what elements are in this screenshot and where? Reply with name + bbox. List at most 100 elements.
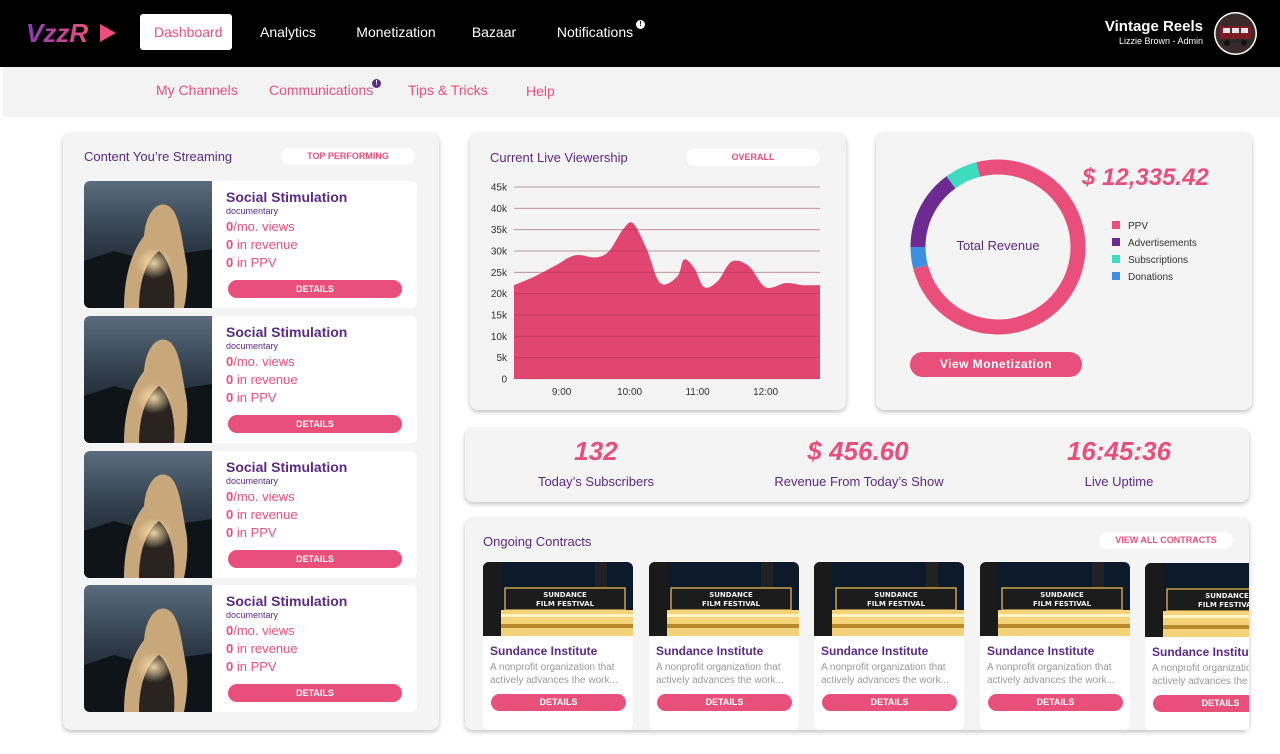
vzzr-logo[interactable]: VzzR — [26, 18, 118, 48]
marquee-line-2: FILM FESTIVAL — [867, 600, 926, 608]
nav-dashboard[interactable]: Dashboard — [140, 14, 232, 50]
revenue-label: in revenue — [233, 507, 298, 522]
contract-thumbnail: SUNDANCE FILM FESTIVAL — [483, 562, 633, 636]
revenue-label: in revenue — [233, 641, 298, 656]
x-tick-label: 9:00 — [552, 387, 572, 398]
marquee-line-1: SUNDANCE — [1040, 591, 1084, 599]
stream-ppv: 0 in PPV — [226, 525, 277, 540]
stream-item[interactable]: Social Stimulation documentary 0/mo. vie… — [84, 451, 417, 578]
contract-title: Sundance Institute — [987, 644, 1095, 658]
nav-analytics[interactable]: Analytics — [255, 14, 321, 50]
details-button[interactable]: DETAILS — [228, 280, 402, 298]
revenue-label: in revenue — [233, 237, 298, 252]
subnav-my-channels[interactable]: My Channels — [156, 82, 238, 98]
communications-badge: ! — [372, 79, 381, 88]
marquee-line-2: FILM FESTIVAL — [536, 600, 595, 608]
contract-card[interactable]: SUNDANCE FILM FESTIVAL Sundance Institut… — [649, 562, 799, 730]
contract-thumbnail: SUNDANCE FILM FESTIVAL — [814, 562, 964, 636]
stream-type: documentary — [226, 476, 279, 486]
stream-item[interactable]: Social Stimulation documentary 0/mo. vie… — [84, 585, 417, 712]
subscribers-value: 132 — [574, 436, 618, 466]
legend-item: Donations — [1112, 272, 1173, 283]
svg-text:VzzR: VzzR — [26, 18, 88, 48]
details-button[interactable]: DETAILS — [491, 694, 626, 711]
nav-notifications[interactable]: Notifications — [550, 14, 640, 50]
donut-slice-subscriptions — [946, 162, 981, 189]
legend-swatch — [1112, 255, 1120, 263]
details-button[interactable]: DETAILS — [228, 550, 402, 568]
top-navigation-bar: VzzR Dashboard Analytics Monetization Ba… — [0, 0, 1280, 67]
stream-thumbnail — [84, 316, 212, 443]
y-tick-label: 20k — [491, 289, 508, 300]
details-button[interactable]: DETAILS — [228, 415, 402, 433]
top-performing-tag[interactable]: TOP PERFORMING — [281, 148, 415, 165]
legend-item: Subscriptions — [1112, 255, 1188, 266]
legend-item: PPV — [1112, 221, 1148, 232]
views-label: /mo. views — [233, 489, 295, 504]
stream-ppv: 0 in PPV — [226, 390, 277, 405]
subnav-help[interactable]: Help — [526, 83, 555, 99]
contract-title: Sundance Institute — [1152, 645, 1249, 659]
x-tick-label: 10:00 — [617, 387, 642, 398]
x-tick-label: 11:00 — [685, 387, 710, 398]
stream-revenue: 0 in revenue — [226, 507, 298, 522]
details-button[interactable]: DETAILS — [228, 684, 402, 702]
nav-bazaar[interactable]: Bazaar — [466, 14, 522, 50]
overall-tag[interactable]: OVERALL — [686, 149, 820, 166]
stream-ppv: 0 in PPV — [226, 255, 277, 270]
y-tick-label: 35k — [491, 225, 508, 236]
legend-label: Donations — [1128, 272, 1174, 283]
details-button[interactable]: DETAILS — [657, 694, 792, 711]
stream-item[interactable]: Social Stimulation documentary 0/mo. vie… — [84, 181, 417, 308]
legend-swatch — [1112, 238, 1120, 246]
contract-thumbnail: SUNDANCE FILM FESTIVAL — [1145, 563, 1249, 637]
contract-card[interactable]: SUNDANCE FILM FESTIVAL Sundance Institut… — [814, 562, 964, 730]
y-tick-label: 25k — [491, 268, 508, 279]
subnav-tips-tricks[interactable]: Tips & Tricks — [408, 82, 488, 98]
subnav-communications[interactable]: Communications — [269, 82, 373, 98]
stream-views: 0/mo. views — [226, 489, 295, 504]
subscribers-label: Today’s Subscribers — [537, 474, 655, 489]
contract-description: A nonprofit organization that actively a… — [821, 662, 949, 686]
marquee-line-2: FILM FESTIVAL — [1033, 600, 1092, 608]
views-label: /mo. views — [233, 354, 295, 369]
marquee-line-1: SUNDANCE — [1205, 592, 1249, 600]
legend-label: PPV — [1128, 221, 1149, 232]
nav-monetization[interactable]: Monetization — [350, 14, 442, 50]
view-monetization-button[interactable]: View Monetization — [910, 352, 1082, 377]
stream-revenue: 0 in revenue — [226, 237, 298, 252]
ppv-label: in PPV — [233, 659, 277, 674]
contract-card[interactable]: SUNDANCE FILM FESTIVAL Sundance Institut… — [1145, 563, 1249, 730]
y-tick-label: 10k — [491, 332, 508, 343]
contract-card[interactable]: SUNDANCE FILM FESTIVAL Sundance Institut… — [980, 562, 1130, 730]
y-tick-label: 15k — [491, 311, 508, 322]
y-tick-label: 30k — [491, 247, 508, 258]
viewership-area — [514, 222, 820, 379]
details-button[interactable]: DETAILS — [988, 694, 1123, 711]
live-uptime-value: 16:45:36 — [1066, 436, 1172, 466]
contract-description: A nonprofit organization that actively a… — [987, 662, 1115, 686]
contract-thumbnail: SUNDANCE FILM FESTIVAL — [980, 562, 1130, 636]
y-tick-label: 45k — [491, 183, 508, 194]
contract-title: Sundance Institute — [821, 644, 929, 658]
stream-views: 0/mo. views — [226, 623, 295, 638]
contract-description: A nonprofit organization that actively a… — [1152, 663, 1249, 687]
details-button[interactable]: DETAILS — [822, 694, 957, 711]
live-uptime-label: Live Uptime — [1084, 474, 1154, 489]
avatar[interactable] — [1214, 12, 1257, 55]
views-label: /mo. views — [233, 623, 295, 638]
stream-revenue: 0 in revenue — [226, 641, 298, 656]
avatar-image — [1215, 13, 1256, 54]
stream-views: 0/mo. views — [226, 219, 295, 234]
legend-label: Advertisements — [1128, 238, 1197, 249]
account-name: Vintage Reels — [1104, 18, 1203, 35]
stream-item[interactable]: Social Stimulation documentary 0/mo. vie… — [84, 316, 417, 443]
donut-center-label: Total Revenue — [956, 238, 1040, 253]
marquee-line-1: SUNDANCE — [874, 591, 918, 599]
contract-card[interactable]: SUNDANCE FILM FESTIVAL Sundance Institut… — [483, 562, 633, 730]
details-button[interactable]: DETAILS — [1153, 695, 1249, 712]
marquee-line-1: SUNDANCE — [709, 591, 753, 599]
stream-title: Social Stimulation — [226, 459, 348, 475]
ppv-label: in PPV — [233, 390, 277, 405]
stream-thumbnail — [84, 451, 212, 578]
